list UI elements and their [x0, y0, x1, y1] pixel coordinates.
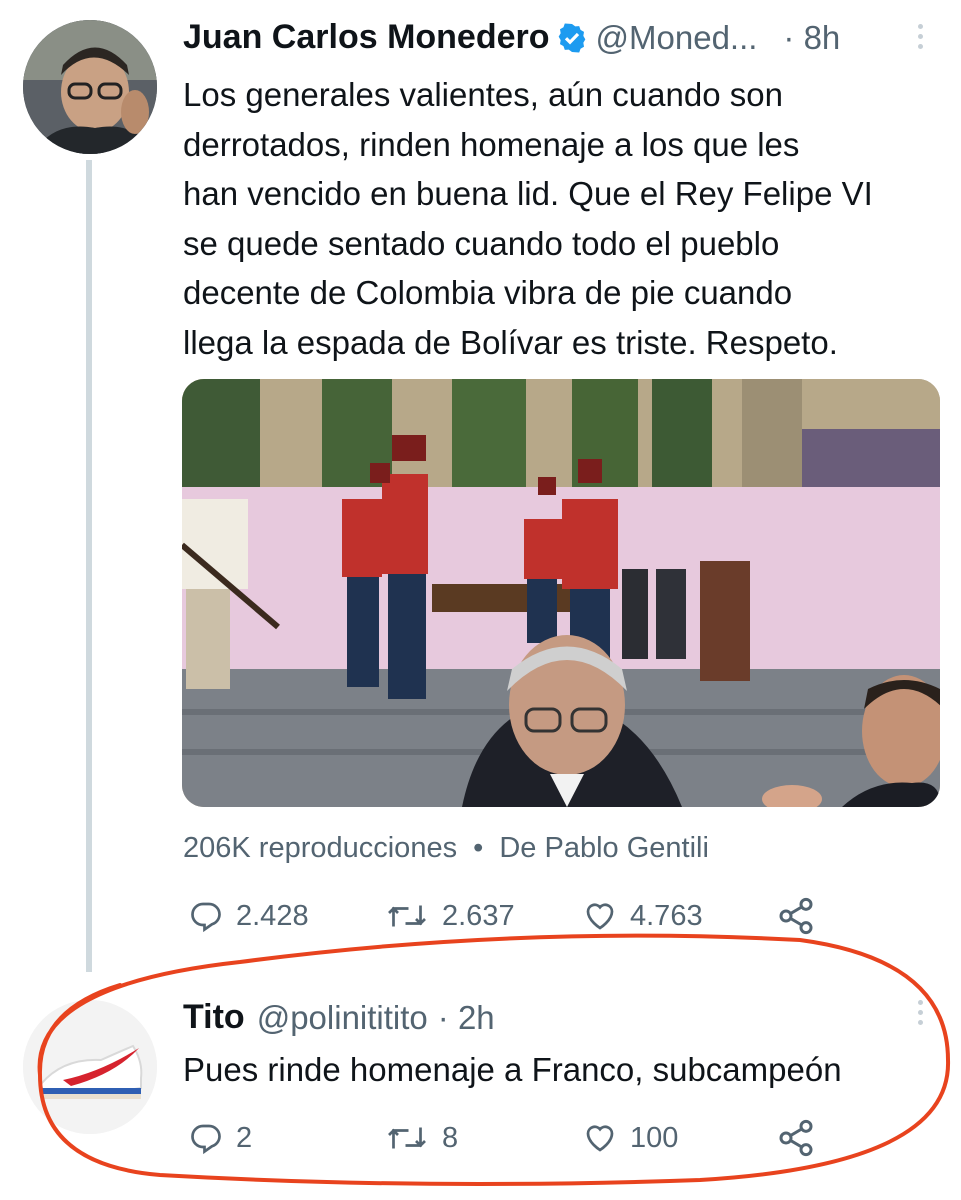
share-icon	[779, 1119, 813, 1157]
reply-count: 2.428	[236, 899, 309, 932]
retweet-count: 2.637	[442, 899, 515, 932]
separator-dot: •	[473, 832, 484, 864]
tweet-text-line: Los generales valientes, aún cuando son	[183, 76, 783, 113]
reply-time[interactable]: · 2h	[438, 999, 495, 1037]
like-icon	[586, 903, 614, 930]
video-stats: 206K reproducciones • De Pablo Gentili	[183, 832, 709, 865]
reply-like-count: 100	[630, 1121, 679, 1154]
more-icon[interactable]	[918, 24, 924, 49]
thread-connector	[86, 160, 92, 972]
tweet-text-line: llega la espada de Bolívar es triste. Re…	[183, 323, 838, 361]
reply-icon	[191, 902, 221, 933]
tweet-video[interactable]	[182, 379, 940, 807]
author-name[interactable]: Juan Carlos Monedero	[183, 18, 550, 57]
tweet-header: Juan Carlos Monedero @Moned... · 8h	[183, 18, 840, 57]
reply-author-name[interactable]: Tito	[183, 998, 245, 1037]
reply-author-avatar[interactable]	[23, 1000, 157, 1134]
like-icon	[586, 1125, 614, 1152]
avatar-photo	[23, 20, 157, 154]
verified-badge-icon	[558, 22, 585, 53]
reply-author-handle[interactable]: @polinititito	[257, 999, 428, 1037]
tweet-text: Los generales valientes, aún cuando son …	[183, 70, 953, 367]
reply-reply-count: 2	[236, 1121, 253, 1154]
retweet-icon	[388, 905, 426, 927]
reply-header: Tito @polinititito · 2h	[183, 998, 495, 1037]
tweet-text-line: han vencido en buena lid. Que el Rey Fel…	[183, 175, 873, 212]
reply-reply-button[interactable]: 2	[186, 1120, 252, 1156]
tweet-text-line: derrotados, rinden homenaje a los que le…	[183, 125, 800, 163]
view-count: 206K reproducciones	[183, 832, 458, 864]
video-still	[182, 379, 940, 807]
reply-retweet-button[interactable]: 8	[382, 1120, 458, 1156]
sneaker-avatar-image	[23, 1000, 157, 1134]
reply-share-button[interactable]	[776, 1118, 816, 1158]
author-avatar[interactable]	[23, 20, 157, 154]
tweet-text-line: decente de Colombia vibra de pie cuando	[183, 274, 793, 311]
retweet-button[interactable]: 2.637	[382, 898, 515, 934]
reply-retweet-count: 8	[442, 1121, 459, 1154]
share-icon	[779, 897, 813, 935]
tweet-time[interactable]: · 8h	[783, 19, 840, 57]
reply-text: Pues rinde homenaje a Franco, subcampeón	[183, 1051, 842, 1088]
like-button[interactable]: 4.763	[580, 898, 703, 934]
author-handle[interactable]: @Moned...	[596, 19, 758, 57]
video-source[interactable]: De Pablo Gentili	[499, 832, 709, 864]
reply-icon	[191, 1124, 221, 1155]
reply-button[interactable]: 2.428	[186, 898, 309, 934]
reply-more-icon[interactable]	[918, 1000, 924, 1025]
reply-like-button[interactable]: 100	[580, 1120, 678, 1156]
tweet-text-line: se quede sentado cuando todo el pueblo	[183, 224, 780, 262]
like-count: 4.763	[630, 899, 703, 932]
retweet-icon	[388, 1127, 426, 1149]
share-button[interactable]	[776, 896, 816, 936]
